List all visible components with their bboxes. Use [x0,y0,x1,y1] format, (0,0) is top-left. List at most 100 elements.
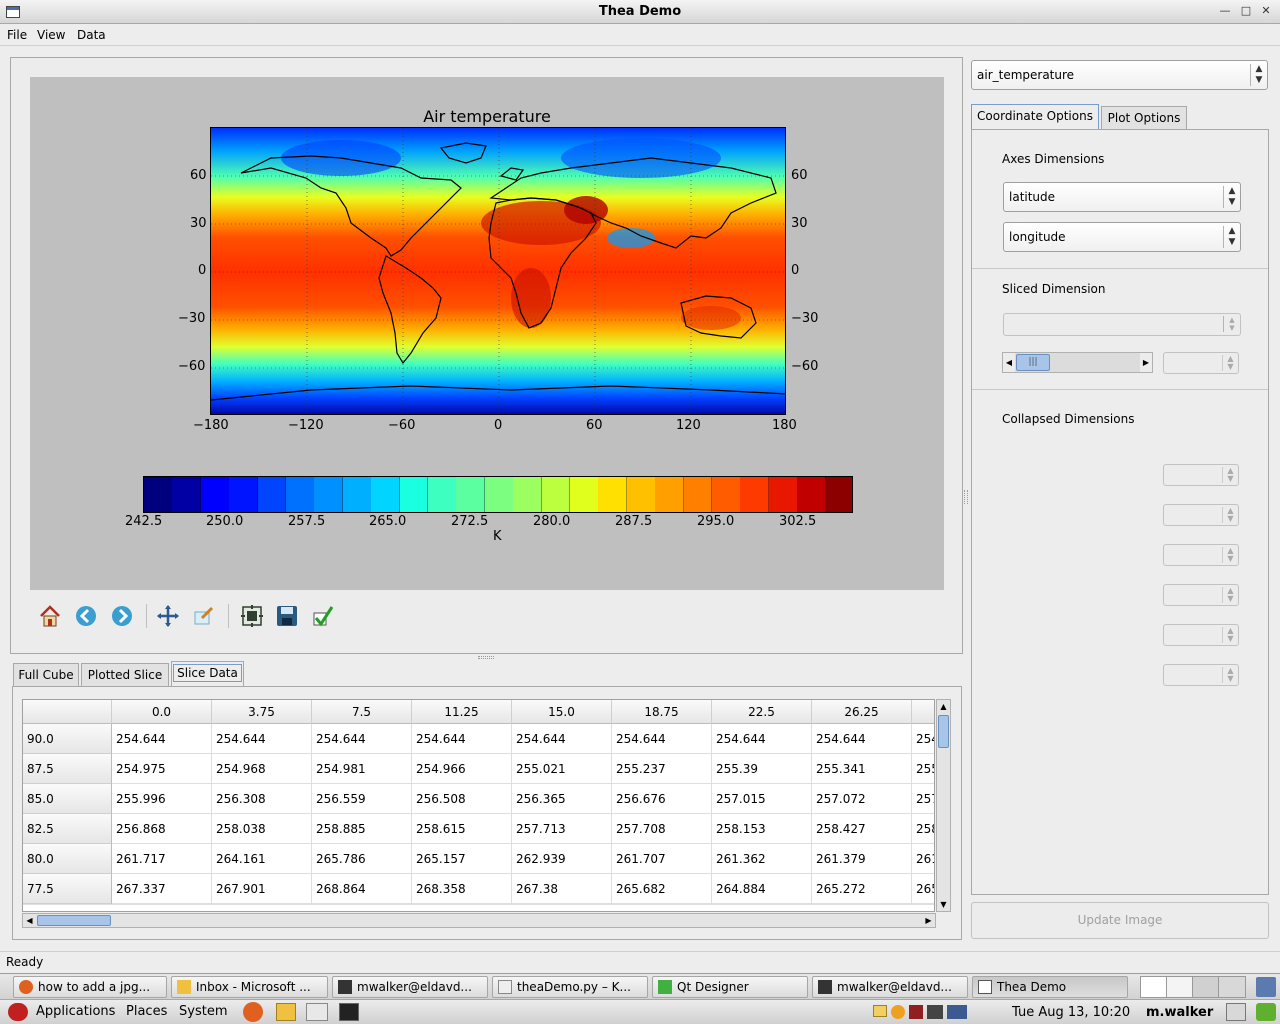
username[interactable]: m.walker [1146,1005,1213,1020]
home-icon[interactable] [37,603,63,629]
column-header[interactable]: 11.25 [412,700,512,724]
firefox-launcher-icon[interactable] [243,1002,263,1022]
collapsed-dimension-select[interactable]: ▲ ▼ [1163,544,1239,566]
update-image-button[interactable]: Update Image [971,902,1269,939]
menu-applications[interactable]: Applications [36,1004,115,1019]
close-button[interactable]: ✕ [1259,4,1273,18]
mail-launcher-icon[interactable] [276,1003,296,1021]
zoom-icon[interactable] [191,603,217,629]
network-icon[interactable] [947,1005,967,1019]
table-cell[interactable]: 256.308 [212,784,312,814]
menu-system[interactable]: System [179,1004,227,1019]
maximize-button[interactable]: □ [1239,4,1253,18]
table-cell[interactable]: 257.708 [612,814,712,844]
slider-right-arrow[interactable]: ▶ [1140,353,1152,372]
table-cell[interactable]: 255.996 [112,784,212,814]
scroll-right-arrow[interactable]: ▶ [922,914,935,927]
tab-coordinate-options[interactable]: Coordinate Options [971,104,1099,129]
slider-thumb[interactable]: ||| [1016,354,1050,371]
table-cell[interactable]: 256.868 [112,814,212,844]
table-cell[interactable]: 258.153 [712,814,812,844]
sliced-dimension-select[interactable]: ▲ ▼ [1003,313,1241,336]
table-cell[interactable]: 261.717 [112,844,212,874]
task-qt-designer[interactable]: Qt Designer [652,976,808,998]
table-cell[interactable]: 258.885 [312,814,412,844]
table-cell[interactable]: 254.975 [112,754,212,784]
task-outlook[interactable]: Inbox - Microsoft ... [171,976,328,998]
column-header[interactable]: 7.5 [312,700,412,724]
table-cell[interactable]: 256.676 [612,784,712,814]
tab-plotted-slice[interactable]: Plotted Slice [81,663,169,687]
lock-screen-icon[interactable] [1226,1003,1246,1021]
collapsed-dimension-select[interactable]: ▲ ▼ [1163,464,1239,486]
trash-icon[interactable] [1256,977,1276,997]
pan-icon[interactable] [155,603,181,629]
collapsed-dimension-select[interactable]: ▲ ▼ [1163,624,1239,646]
column-header[interactable]: 3.75 [212,700,312,724]
menu-file[interactable]: File [7,28,27,42]
clock-tray-icon[interactable] [891,1005,905,1019]
table-cell[interactable]: 257.072 [812,784,912,814]
row-header[interactable]: 85.0 [23,784,112,814]
table-cell[interactable]: 254.966 [412,754,512,784]
horizontal-scroll-thumb[interactable] [37,915,111,926]
row-header[interactable]: 82.5 [23,814,112,844]
table-cell[interactable]: 261.5 [912,844,934,874]
vertical-splitter-handle[interactable] [964,490,968,504]
table-cell[interactable]: 265.7 [912,874,934,904]
table-cell[interactable]: 261.707 [612,844,712,874]
table-cell[interactable]: 254.644 [312,724,412,754]
workspace-1[interactable] [1141,977,1167,997]
column-header[interactable]: 0.0 [112,700,212,724]
table-cell[interactable]: 254.968 [212,754,312,784]
menu-data[interactable]: Data [77,28,106,42]
table-cell[interactable]: 258.427 [812,814,912,844]
table-cell[interactable]: 256.365 [512,784,612,814]
table-cell[interactable]: 254.644 [412,724,512,754]
table-cell[interactable]: 254.644 [712,724,812,754]
row-header[interactable]: 87.5 [23,754,112,784]
table-cell[interactable]: 265.786 [312,844,412,874]
row-header[interactable]: 90.0 [23,724,112,754]
table-cell[interactable]: 265.682 [612,874,712,904]
axis1-select[interactable]: latitude ▲ ▼ [1003,182,1241,212]
table-cell[interactable]: 254.644 [212,724,312,754]
column-header[interactable]: 15.0 [512,700,612,724]
tab-slice-data[interactable]: Slice Data [171,661,244,687]
table-cell[interactable]: 264.884 [712,874,812,904]
table-cell[interactable]: 268.358 [412,874,512,904]
table-cell[interactable]: 254.981 [312,754,412,784]
table-cell[interactable]: 267.901 [212,874,312,904]
volume-muted-icon[interactable] [927,1005,943,1019]
task-terminal-2[interactable]: mwalker@eldavd... [812,976,968,998]
task-terminal-1[interactable]: mwalker@eldavd... [332,976,488,998]
save-icon[interactable] [274,603,300,629]
table-cell[interactable]: 258.9 [912,814,934,844]
task-firefox[interactable]: how to add a jpg... [13,976,167,998]
logout-icon[interactable] [1256,1003,1276,1021]
vertical-scroll-thumb[interactable] [938,715,949,748]
table-cell[interactable]: 257.015 [712,784,812,814]
back-icon[interactable] [73,603,99,629]
menu-view[interactable]: View [37,28,65,42]
slider-left-arrow[interactable]: ◀ [1003,353,1015,372]
column-header[interactable]: 18.75 [612,700,712,724]
slice-data-table[interactable]: 0.03.757.511.2515.018.7522.526.2530 90.0… [22,699,935,912]
workspace-3[interactable] [1193,977,1219,997]
table-cell[interactable]: 265.272 [812,874,912,904]
scroll-down-arrow[interactable]: ▼ [937,898,950,911]
table-vertical-scrollbar[interactable]: ▲ ▼ [936,699,951,912]
mail-tray-icon[interactable] [873,1005,887,1017]
table-cell[interactable]: 265.157 [412,844,512,874]
table-cell[interactable]: 254.644 [912,724,934,754]
minimize-button[interactable]: — [1218,4,1232,18]
clock[interactable]: Tue Aug 13, 10:20 [1012,1005,1130,1020]
scroll-left-arrow[interactable]: ◀ [23,914,36,927]
workspace-2[interactable] [1167,977,1193,997]
pen-tray-icon[interactable] [909,1005,923,1019]
splitter-handle[interactable] [478,656,494,659]
table-cell[interactable]: 254.644 [812,724,912,754]
table-cell[interactable]: 255.5 [912,754,934,784]
plot-canvas[interactable]: Air temperature 60 30 0 −30 −60 60 30 0 … [30,77,944,590]
table-cell[interactable]: 257.713 [512,814,612,844]
